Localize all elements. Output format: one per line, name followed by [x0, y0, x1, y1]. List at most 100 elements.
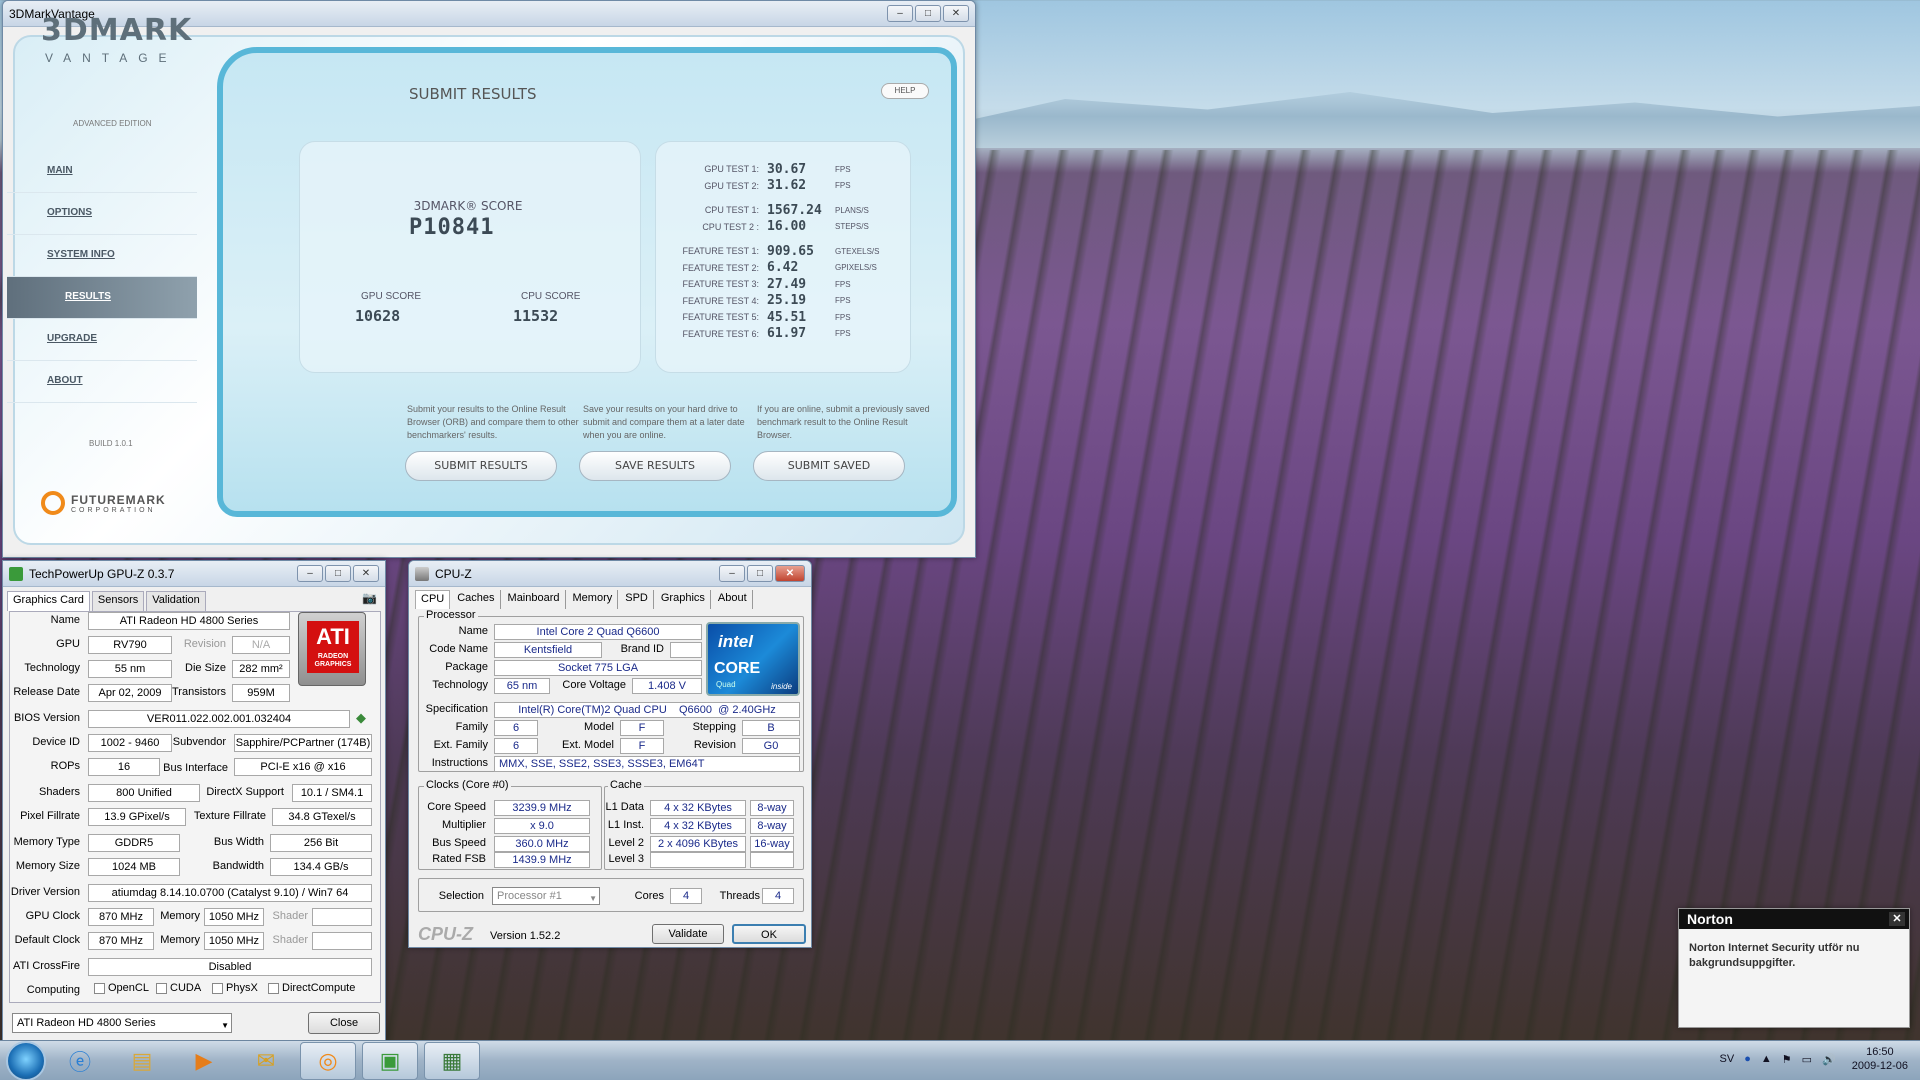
nav-options[interactable]: OPTIONS	[7, 193, 197, 235]
intel-text: intel	[718, 632, 753, 651]
ati-logo-text: ATI	[316, 624, 350, 649]
driver-label: Driver Version	[10, 886, 80, 898]
cpuz-tabs: CPU Caches Mainboard Memory SPD Graphics…	[409, 587, 811, 609]
ok-button[interactable]: OK	[732, 924, 806, 944]
physx-checkbox[interactable]: PhysX	[212, 982, 258, 994]
level3-value	[650, 852, 746, 868]
outlook-icon[interactable]: ✉	[238, 1042, 294, 1080]
test-label: GPU TEST 1:	[704, 164, 759, 175]
network-icon[interactable]: ▭	[1802, 1053, 1812, 1066]
language-indicator[interactable]: SV	[1720, 1053, 1735, 1065]
help-button[interactable]: HELP	[881, 83, 929, 99]
futuremark-taskbar-icon[interactable]: ◎	[300, 1041, 356, 1080]
help-icon[interactable]: ●	[1744, 1053, 1751, 1065]
tab-validation[interactable]: Validation	[146, 591, 206, 611]
maximize-button[interactable]: □	[915, 5, 941, 22]
clock[interactable]: 16:50 2009-12-06	[1852, 1045, 1908, 1073]
core-text: CORE	[714, 660, 761, 677]
gpuz-taskbar-icon[interactable]: ▣	[362, 1041, 418, 1080]
tab-graphics[interactable]: Graphics	[656, 590, 711, 609]
minimize-button[interactable]: –	[887, 5, 913, 22]
test-label: GPU TEST 2:	[704, 180, 759, 191]
tab-memory[interactable]: Memory	[568, 590, 619, 609]
opencl-checkbox[interactable]: OpenCL	[94, 982, 149, 994]
instructions-value: MMX, SSE, SSE2, SSE3, SSSE3, EM64T	[494, 756, 800, 772]
vantage-nav: MAIN OPTIONS SYSTEM INFO RESULTS UPGRADE…	[7, 151, 197, 403]
test-row: FEATURE TEST 3: 27.49 FPS	[663, 276, 903, 293]
minimize-button[interactable]: –	[719, 565, 745, 582]
explorer-icon[interactable]: ▤	[114, 1042, 170, 1080]
ext-model-label: Ext. Model	[562, 739, 614, 751]
ati-logo-sub: RADEON	[317, 653, 349, 660]
code-name-label: Code Name	[429, 643, 488, 655]
maximize-button[interactable]: □	[325, 565, 351, 582]
core-speed-label: Core Speed	[427, 801, 486, 813]
nav-about[interactable]: ABOUT	[7, 361, 197, 403]
nav-results[interactable]: RESULTS	[7, 277, 197, 319]
submit-description: Submit your results to the Online Result…	[407, 404, 579, 440]
save-description: Save your results on your hard drive to …	[583, 404, 745, 440]
bios-save-icon[interactable]: ◆	[356, 710, 366, 726]
tab-about[interactable]: About	[713, 590, 753, 609]
rops-label: ROPs	[50, 760, 80, 772]
tray-expand-icon[interactable]: ▲	[1761, 1053, 1772, 1065]
tab-sensors[interactable]: Sensors	[91, 591, 145, 611]
minimize-button[interactable]: –	[297, 565, 323, 582]
camera-icon[interactable]: 📷	[362, 591, 377, 611]
tab-caches[interactable]: Caches	[452, 590, 501, 609]
nav-upgrade[interactable]: UPGRADE	[7, 319, 197, 361]
cpuz-logo: CPU-Z	[418, 924, 473, 944]
rated-fsb-value: 1439.9 MHz	[494, 852, 590, 868]
test-row: CPU TEST 1: 1567.24 PLANS/S	[663, 202, 903, 219]
gpu-select[interactable]: ATI Radeon HD 4800 Series ▼	[12, 1013, 232, 1033]
technology-value: 65 nm	[494, 678, 550, 694]
flag-icon[interactable]: ⚑	[1782, 1053, 1792, 1066]
test-unit: PLANS/S	[835, 205, 869, 215]
gpu-score-label: GPU SCORE	[361, 291, 422, 302]
ext-family-value: 6	[494, 738, 538, 754]
selection-label: Selection	[438, 890, 484, 902]
test-label: CPU TEST 1:	[704, 205, 759, 216]
submit-saved-button[interactable]: SUBMIT SAVED	[753, 451, 905, 481]
brand-id-label: Brand ID	[620, 643, 664, 655]
tab-spd[interactable]: SPD	[620, 590, 654, 609]
close-button[interactable]: ✕	[775, 565, 805, 582]
close-icon[interactable]: ✕	[1889, 912, 1905, 926]
test-value: 61.97	[767, 326, 807, 342]
nav-main[interactable]: MAIN	[7, 151, 197, 193]
start-button[interactable]	[6, 1040, 46, 1080]
maximize-button[interactable]: □	[747, 565, 773, 582]
submit-results-button[interactable]: SUBMIT RESULTS	[405, 451, 557, 481]
media-player-icon[interactable]: ▶	[176, 1042, 232, 1080]
volume-icon[interactable]: 🔊	[1822, 1053, 1836, 1066]
gpu-chip: RV790	[88, 636, 172, 654]
crossfire-label: ATI CrossFire	[12, 960, 80, 972]
cuda-checkbox[interactable]: CUDA	[156, 982, 201, 994]
save-results-button[interactable]: SAVE RESULTS	[579, 451, 731, 481]
close-button[interactable]: ✕	[943, 5, 969, 22]
directcompute-checkbox[interactable]: DirectCompute	[268, 982, 355, 994]
cpuz-taskbar-icon[interactable]: ▦	[424, 1041, 480, 1080]
cpu-score-label: CPU SCORE	[521, 291, 581, 302]
nav-system-info[interactable]: SYSTEM INFO	[7, 235, 197, 277]
l1-data-label: L1 Data	[605, 801, 644, 813]
level3-label: Level 3	[608, 853, 644, 865]
tab-mainboard[interactable]: Mainboard	[503, 590, 566, 609]
processor-group-title: Processor	[424, 609, 478, 621]
texture-fillrate-value: 34.8 GTexel/s	[272, 808, 372, 826]
close-gpuz-button[interactable]: Close	[308, 1012, 380, 1034]
processor-select[interactable]: Processor #1 ▼	[492, 887, 600, 905]
test-row: FEATURE TEST 5: 45.51 FPS	[663, 309, 903, 326]
revision-label: Revision	[183, 638, 226, 650]
bandwidth-label: Bandwidth	[212, 860, 264, 872]
ie-icon[interactable]: ⓔ	[52, 1042, 108, 1080]
tab-cpu[interactable]: CPU	[415, 590, 451, 609]
core-voltage-label: Core Voltage	[562, 679, 626, 691]
test-label: FEATURE TEST 5:	[682, 312, 759, 323]
test-value: 6.42	[767, 260, 799, 276]
test-unit: FPS	[835, 296, 851, 306]
close-button[interactable]: ✕	[353, 565, 379, 582]
tab-graphics-card[interactable]: Graphics Card	[7, 591, 90, 611]
validate-button[interactable]: Validate	[652, 924, 724, 944]
test-unit: STEPS/S	[835, 222, 869, 232]
